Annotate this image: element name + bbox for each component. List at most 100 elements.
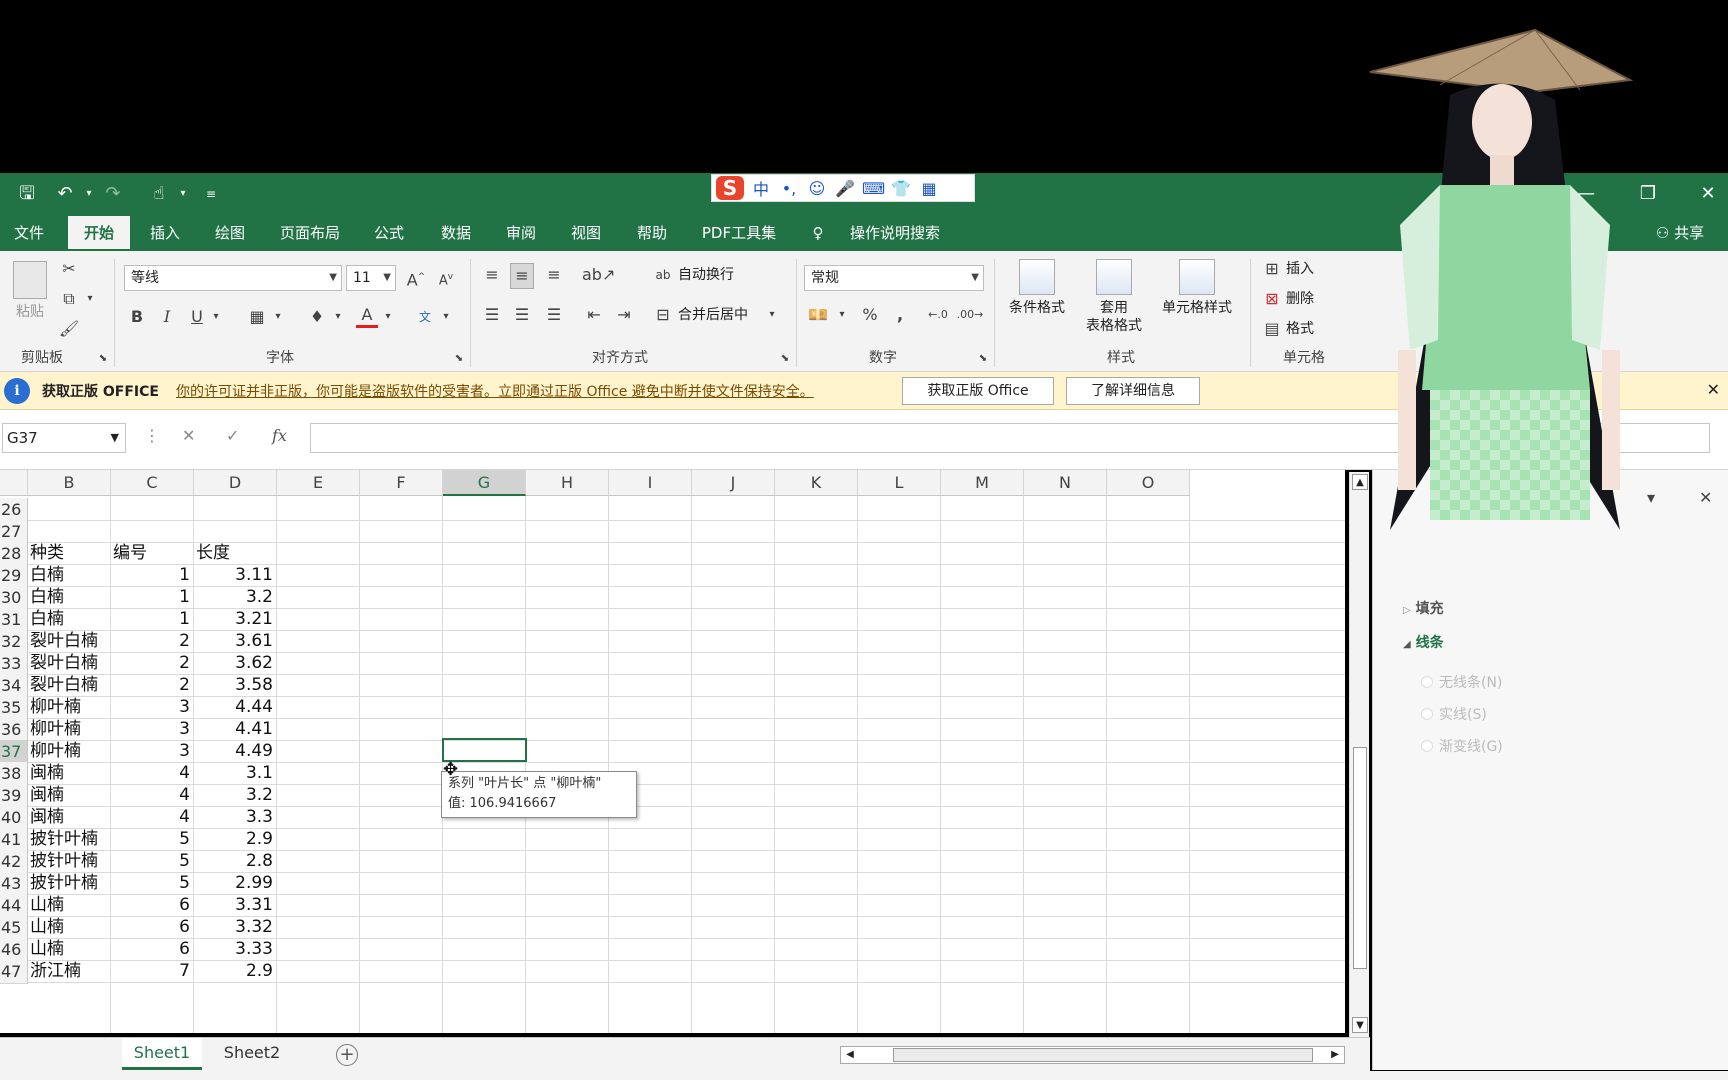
ime-keyboard-icon[interactable]: ⌨: [862, 179, 885, 198]
scroll-down-icon[interactable]: ▼: [1352, 1017, 1368, 1033]
tab-draw[interactable]: 绘图: [204, 216, 256, 251]
underline-icon[interactable]: U: [186, 305, 208, 329]
undo-dropdown-icon[interactable]: ▾: [76, 181, 102, 207]
wrap-text-icon[interactable]: ab: [652, 263, 674, 287]
row-header[interactable]: 44: [0, 894, 28, 918]
row-header[interactable]: 37: [0, 740, 28, 764]
cell-c31[interactable]: 1: [113, 607, 190, 631]
borders-dropdown-icon[interactable]: ▾: [272, 305, 284, 329]
row-header[interactable]: 27: [0, 520, 28, 544]
cell-c35[interactable]: 3: [113, 695, 190, 719]
ime-emoji-icon[interactable]: ☺: [806, 179, 828, 198]
row-header[interactable]: 38: [0, 762, 28, 786]
cell-c42[interactable]: 5: [113, 849, 190, 873]
cell-b33[interactable]: 裂叶白楠: [30, 651, 107, 675]
underline-dropdown-icon[interactable]: ▾: [210, 305, 222, 329]
column-header-j[interactable]: J: [692, 470, 775, 496]
redo-icon[interactable]: ↷: [100, 181, 126, 207]
row-header[interactable]: 40: [0, 806, 28, 830]
ime-voice-icon[interactable]: 🎤: [834, 179, 856, 198]
cell-b43[interactable]: 披针叶楠: [30, 871, 107, 895]
row-header[interactable]: 39: [0, 784, 28, 808]
row-header[interactable]: 42: [0, 850, 28, 874]
column-header-i[interactable]: I: [609, 470, 692, 496]
row-header[interactable]: 32: [0, 630, 28, 654]
cell-d45[interactable]: 3.32: [196, 915, 273, 939]
cell-b29[interactable]: 白楠: [30, 563, 107, 587]
customize-qat-icon[interactable]: ≡: [198, 181, 224, 207]
cell-d39[interactable]: 3.2: [196, 783, 273, 807]
column-header-h[interactable]: H: [526, 470, 609, 496]
cell-d32[interactable]: 3.61: [196, 629, 273, 653]
cell-c33[interactable]: 2: [113, 651, 190, 675]
cell-c45[interactable]: 6: [113, 915, 190, 939]
column-header-o[interactable]: O: [1107, 470, 1190, 496]
cell-c32[interactable]: 2: [113, 629, 190, 653]
name-box[interactable]: G37 ▼: [2, 423, 126, 453]
row-header[interactable]: 43: [0, 872, 28, 896]
cell-d36[interactable]: 4.41: [196, 717, 273, 741]
align-bottom-icon[interactable]: ≡: [542, 263, 566, 287]
cell-d31[interactable]: 3.21: [196, 607, 273, 631]
cell-styles-button[interactable]: 单元格样式: [1156, 259, 1238, 317]
cell-c44[interactable]: 6: [113, 893, 190, 917]
align-center-icon[interactable]: ☰: [510, 303, 534, 327]
add-sheet-icon[interactable]: +: [336, 1044, 358, 1066]
cell-c40[interactable]: 4: [113, 805, 190, 829]
column-header-n[interactable]: N: [1024, 470, 1107, 496]
save-icon[interactable]: 🖫: [14, 181, 40, 207]
row-header[interactable]: 45: [0, 916, 28, 940]
wrap-text-button[interactable]: 自动换行: [678, 263, 734, 287]
cell-c38[interactable]: 4: [113, 761, 190, 785]
gradient-line-option[interactable]: 渐变线(G): [1421, 736, 1503, 756]
sheet-tab-sheet1[interactable]: Sheet1: [122, 1038, 202, 1070]
cell-b44[interactable]: 山楠: [30, 893, 107, 917]
cell-b35[interactable]: 柳叶楠: [30, 695, 107, 719]
cell-b42[interactable]: 披针叶楠: [30, 849, 107, 873]
cell-c41[interactable]: 5: [113, 827, 190, 851]
message-text[interactable]: 你的许可证并非正版，你可能是盗版软件的受害者。立即通过正版 Office 避免中…: [176, 381, 814, 401]
cell-b39[interactable]: 闽楠: [30, 783, 107, 807]
decrease-font-icon[interactable]: Av: [434, 265, 458, 293]
decrease-decimal-icon[interactable]: .00→: [956, 303, 984, 327]
ime-skin-icon[interactable]: 👕: [890, 179, 912, 198]
cell-d33[interactable]: 3.62: [196, 651, 273, 675]
cell-b46[interactable]: 山楠: [30, 937, 107, 961]
row-header[interactable]: 26: [0, 498, 28, 522]
hscroll-thumb[interactable]: [893, 1048, 1313, 1062]
row-header[interactable]: 36: [0, 718, 28, 742]
tab-insert[interactable]: 插入: [140, 216, 190, 251]
tab-page-layout[interactable]: 页面布局: [272, 216, 348, 251]
no-line-option[interactable]: 无线条(N): [1421, 672, 1502, 692]
enter-icon[interactable]: ✓: [226, 426, 239, 445]
sogou-logo-icon[interactable]: S: [716, 176, 744, 200]
orientation-icon[interactable]: ab↗: [582, 263, 615, 287]
cell-d47[interactable]: 2.9: [196, 959, 273, 983]
cell-d38[interactable]: 3.1: [196, 761, 273, 785]
cell-b45[interactable]: 山楠: [30, 915, 107, 939]
format-as-table-button[interactable]: 套用 表格格式: [1072, 259, 1156, 335]
tab-data[interactable]: 数据: [430, 216, 482, 251]
paste-button[interactable]: 粘贴: [8, 261, 52, 321]
line-section[interactable]: ◢ 线条: [1403, 632, 1444, 652]
horizontal-scrollbar[interactable]: ◀ ▶: [840, 1046, 1345, 1064]
percent-button[interactable]: %: [858, 303, 882, 327]
column-header-b[interactable]: B: [28, 470, 111, 496]
touch-dropdown-icon[interactable]: ▾: [170, 181, 196, 207]
cell-d28[interactable]: 长度: [196, 541, 273, 565]
decrease-indent-icon[interactable]: ⇤: [582, 303, 606, 327]
cell-d35[interactable]: 4.44: [196, 695, 273, 719]
cell-b32[interactable]: 裂叶白楠: [30, 629, 107, 653]
comma-button[interactable]: ,: [890, 303, 910, 327]
ime-punctuation-icon[interactable]: •,: [778, 179, 800, 198]
cell-c36[interactable]: 3: [113, 717, 190, 741]
column-header-d[interactable]: D: [194, 470, 277, 496]
worksheet-grid[interactable]: BCDEFGHIJKLMNO 26 27 28 种类 编号 长度 29 白楠 1 3.11 30 白楠…: [0, 470, 1345, 1033]
font-launcher-icon[interactable]: ⬊: [452, 347, 466, 371]
format-painter-icon[interactable]: 🖌: [58, 317, 80, 341]
scroll-thumb[interactable]: [1353, 747, 1367, 969]
tab-help[interactable]: 帮助: [626, 216, 678, 251]
cell-b34[interactable]: 裂叶白楠: [30, 673, 107, 697]
row-header[interactable]: 30: [0, 586, 28, 610]
cut-icon[interactable]: ✂: [58, 257, 80, 281]
